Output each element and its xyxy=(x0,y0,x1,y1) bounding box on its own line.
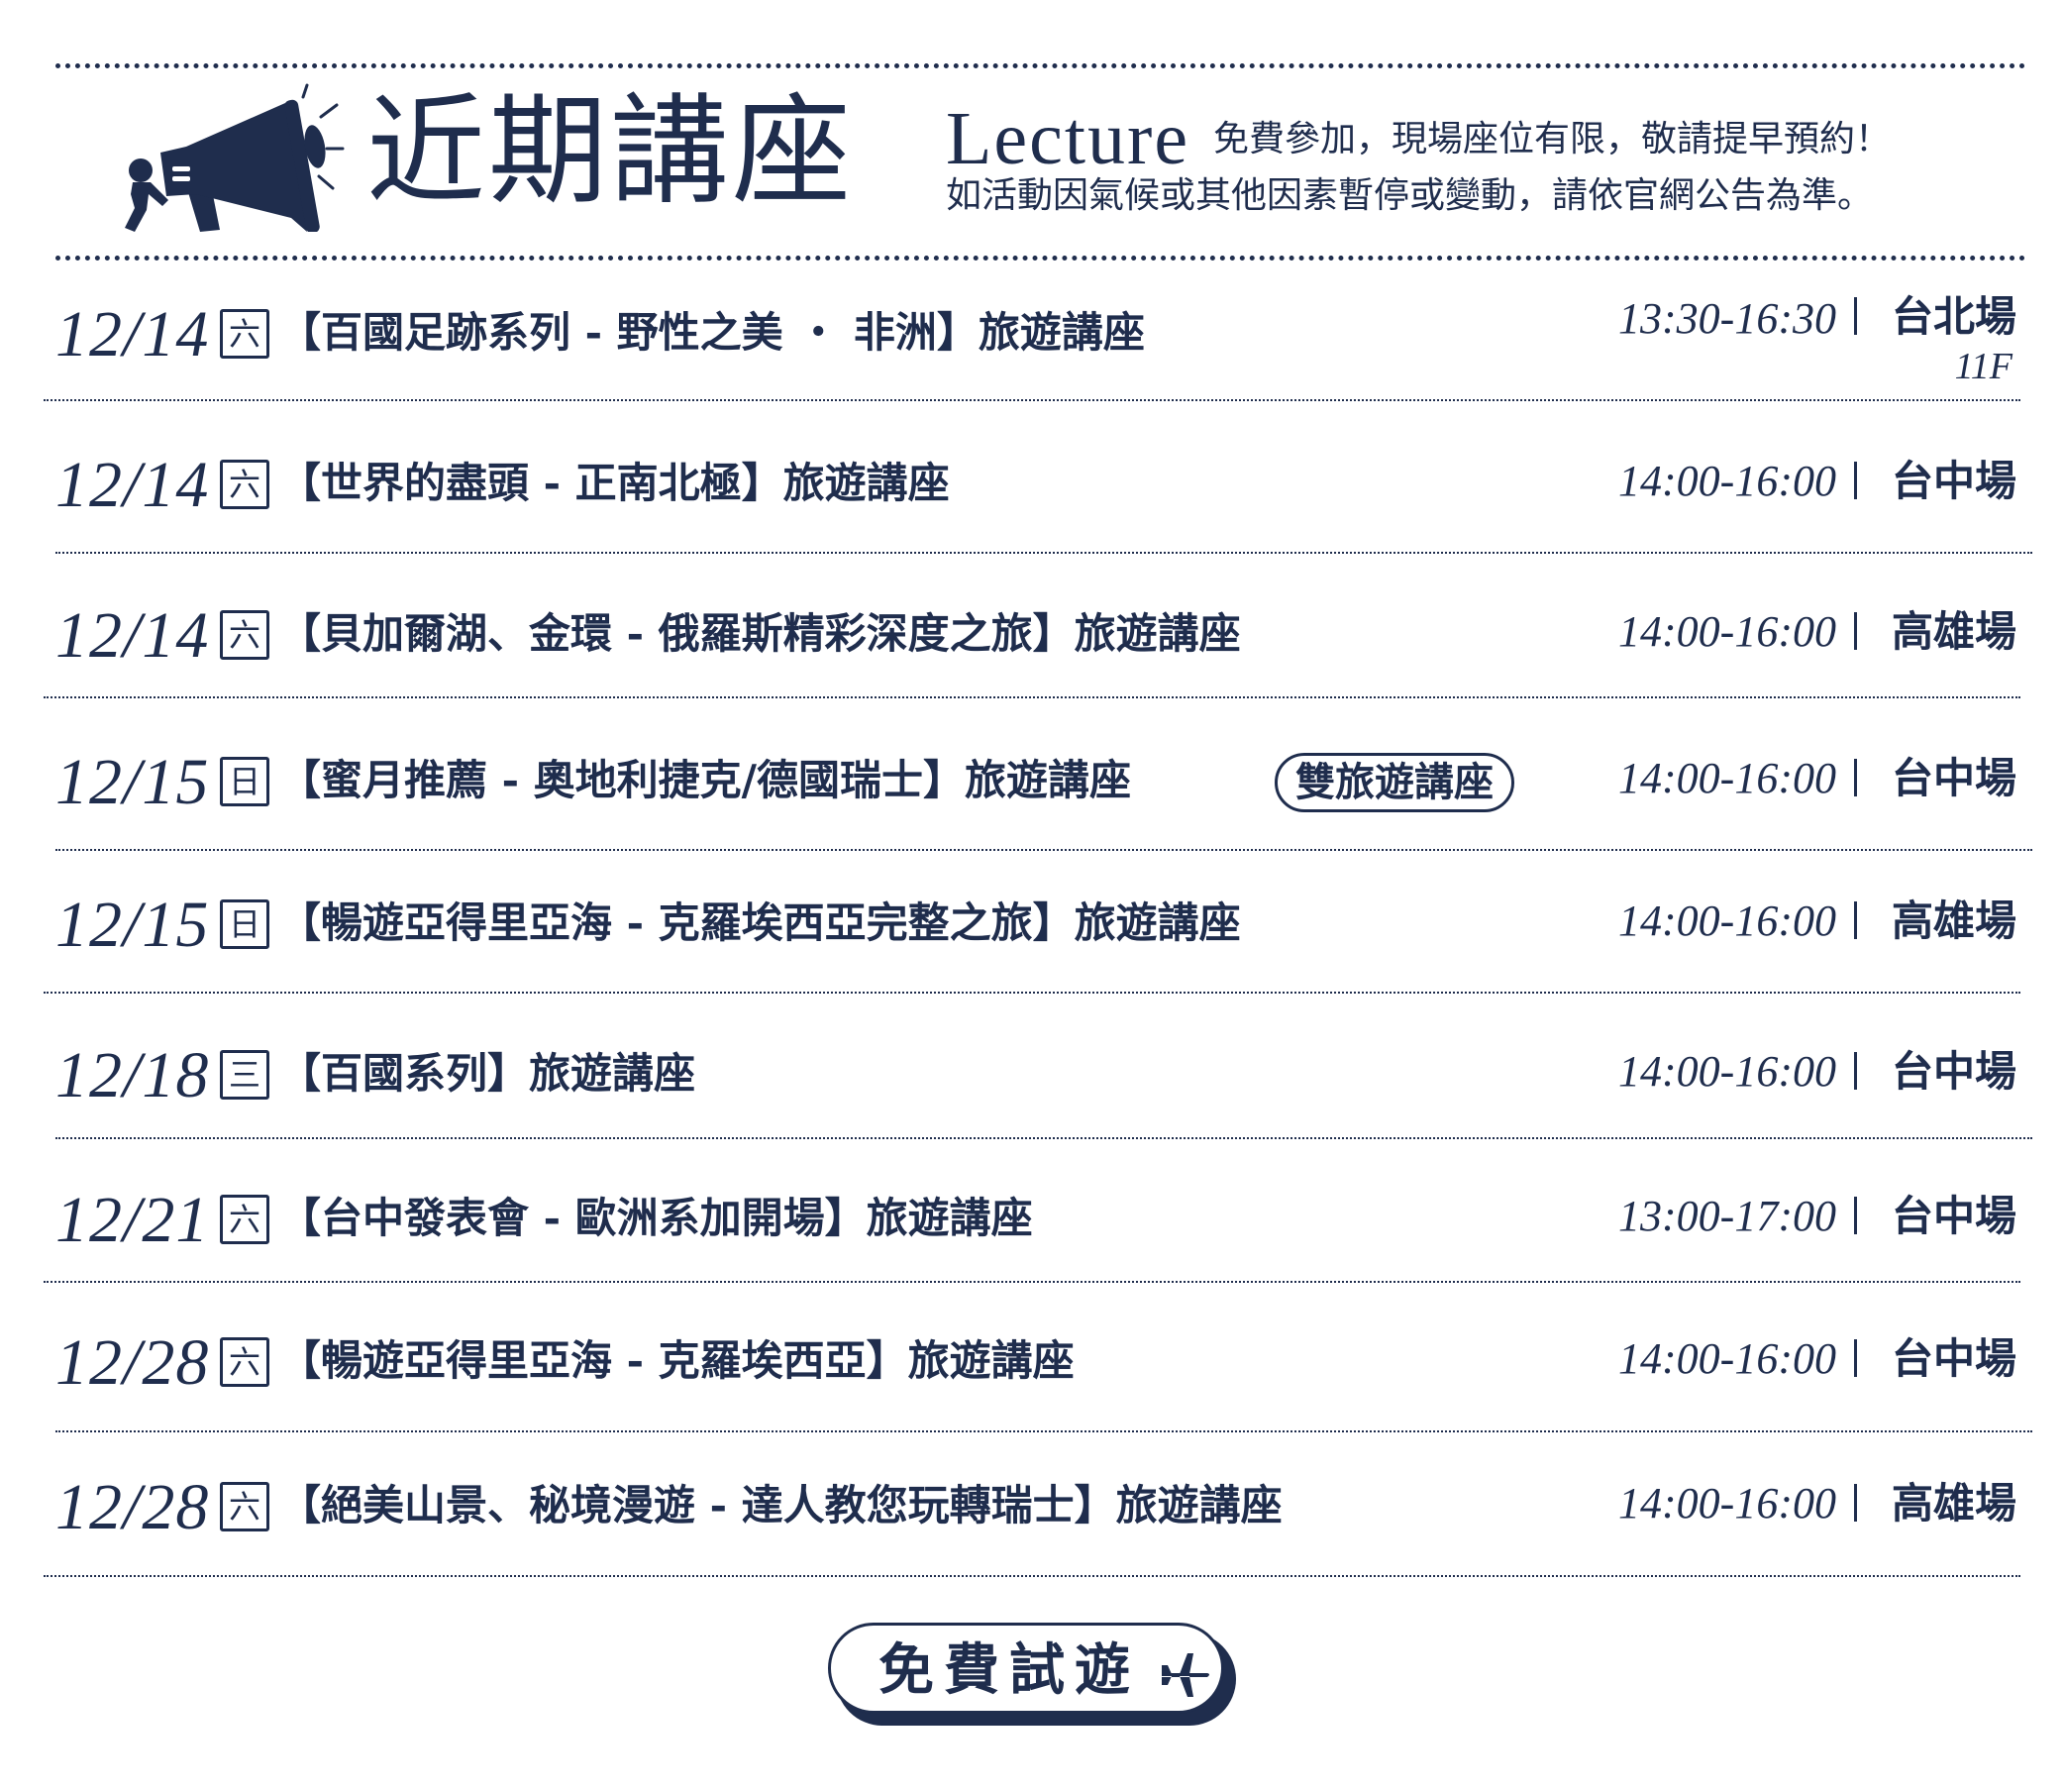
weekday-badge: 六 xyxy=(220,1482,269,1531)
lecture-row[interactable]: 12/15 日【蜜月推薦 - 奧地利捷克/德國瑞士】旅遊講座 雙旅遊講座 14:00-… xyxy=(0,715,2064,864)
weekday-badge: 六 xyxy=(220,309,269,359)
lecture-venue: 台中場 xyxy=(1891,1047,2016,1096)
lecture-label: Lecture xyxy=(946,97,1190,180)
weekday-badge: 六 xyxy=(220,1337,269,1387)
airplane-icon xyxy=(1162,1653,1209,1697)
notice-line-2: 如活動因氣候或其他因素暫停或變動，請依官網公告為準。 xyxy=(946,175,1874,216)
time-venue-separator xyxy=(1854,1197,1857,1234)
notice-line-1: 免費參加，現場座位有限，敬請提早預約！ xyxy=(1213,119,1892,159)
lecture-venue: 台中場 xyxy=(1891,754,2016,802)
double-lecture-badge: 雙旅遊講座 xyxy=(1275,753,1514,812)
lecture-date: 12/21 xyxy=(55,1184,210,1256)
header: 近期講座 Lecture 免費參加，現場座位有限，敬請提早預約！ 如活動因氣候或… xyxy=(0,69,2064,258)
lecture-time: 13:30-16:30 xyxy=(1618,294,1836,343)
time-venue-separator xyxy=(1854,297,1857,335)
time-venue-separator xyxy=(1854,759,1857,796)
row-divider xyxy=(44,1281,2020,1283)
lecture-venue: 台中場 xyxy=(1891,1334,2016,1383)
lecture-title: 【百國系列】旅遊講座 xyxy=(279,1049,696,1098)
free-trial-button-wrap: 免費試遊 xyxy=(828,1623,1244,1732)
lecture-venue: 高雄場 xyxy=(1891,896,2016,945)
lecture-row[interactable]: 12/15 日【暢遊亞得里亞海 - 克羅埃西亞完整之旅】旅遊講座 14:00-16:… xyxy=(0,858,2064,1006)
time-venue-separator xyxy=(1854,901,1857,939)
row-divider xyxy=(55,552,2032,554)
lecture-venue: 高雄場 xyxy=(1891,607,2016,656)
lecture-time: 14:00-16:00 xyxy=(1618,1334,1836,1383)
row-divider xyxy=(55,1430,2032,1432)
lecture-date: 12/14 xyxy=(55,298,210,370)
free-trial-label: 免費試遊 xyxy=(878,1637,1140,1703)
weekday-badge: 日 xyxy=(220,757,269,806)
lecture-venue: 台中場 xyxy=(1891,457,2016,505)
weekday-badge: 日 xyxy=(220,899,269,949)
lecture-row[interactable]: 12/18 三【百國系列】旅遊講座 14:00-16:00 台中場 xyxy=(0,1008,2064,1157)
lecture-title: 【絕美山景、秘境漫遊 - 達人教您玩轉瑞士】旅遊講座 xyxy=(279,1481,1283,1529)
lecture-row[interactable]: 12/21 六【台中發表會 - 歐洲系加開場】旅遊講座 13:00-17:00 台中場 xyxy=(0,1153,2064,1302)
header-divider xyxy=(55,256,2026,261)
weekday-badge: 六 xyxy=(220,460,269,509)
lecture-row[interactable]: 12/14 六【百國足跡系列 - 野性之美 ・ 非洲】旅遊講座 13:30-16:3… xyxy=(0,267,2064,416)
time-venue-separator xyxy=(1854,1052,1857,1090)
lecture-date: 12/28 xyxy=(55,1326,210,1399)
lecture-title: 【暢遊亞得里亞海 - 克羅埃西亞】旅遊講座 xyxy=(279,1336,1075,1385)
lecture-row[interactable]: 12/28 六【暢遊亞得里亞海 - 克羅埃西亞】旅遊講座 14:00-16:00 台中… xyxy=(0,1296,2064,1444)
time-venue-separator xyxy=(1854,1339,1857,1377)
lecture-venue: 高雄場 xyxy=(1891,1479,2016,1528)
row-divider xyxy=(44,992,2020,994)
free-trial-button[interactable]: 免費試遊 xyxy=(828,1623,1224,1714)
lecture-title: 【暢遊亞得里亞海 - 克羅埃西亞完整之旅】旅遊講座 xyxy=(279,898,1241,947)
weekday-badge: 六 xyxy=(220,1195,269,1244)
row-divider xyxy=(44,696,2020,698)
lecture-date: 12/14 xyxy=(55,449,210,521)
lecture-row[interactable]: 12/14 六【世界的盡頭 - 正南北極】旅遊講座 14:00-16:00 台中場 xyxy=(0,418,2064,567)
venue-floor: 11F xyxy=(1954,346,2012,387)
lecture-title: 【蜜月推薦 - 奧地利捷克/德國瑞士】旅遊講座 xyxy=(279,756,1132,804)
lecture-time: 14:00-16:00 xyxy=(1618,457,1836,505)
lecture-venue: 台北場 xyxy=(1891,292,2016,341)
row-divider xyxy=(44,399,2020,401)
row-divider xyxy=(44,1575,2020,1577)
lecture-title: 【百國足跡系列 - 野性之美 ・ 非洲】旅遊講座 xyxy=(279,308,1145,357)
weekday-badge: 三 xyxy=(220,1050,269,1100)
lecture-time: 14:00-16:00 xyxy=(1618,1479,1836,1528)
lecture-title: 【台中發表會 - 歐洲系加開場】旅遊講座 xyxy=(279,1194,1033,1242)
lecture-time: 14:00-16:00 xyxy=(1618,896,1836,945)
lecture-time: 13:00-17:00 xyxy=(1618,1192,1836,1240)
lecture-date: 12/14 xyxy=(55,599,210,672)
time-venue-separator xyxy=(1854,1484,1857,1522)
lecture-row[interactable]: 12/28 六【絕美山景、秘境漫遊 - 達人教您玩轉瑞士】旅遊講座 14:00-16… xyxy=(0,1440,2064,1589)
time-venue-separator xyxy=(1854,462,1857,499)
lecture-venue: 台中場 xyxy=(1891,1192,2016,1240)
row-divider xyxy=(55,849,2032,851)
weekday-badge: 六 xyxy=(220,610,269,660)
lecture-date: 12/18 xyxy=(55,1039,210,1111)
lecture-title: 【世界的盡頭 - 正南北極】旅遊講座 xyxy=(279,459,950,507)
lecture-date: 12/28 xyxy=(55,1471,210,1543)
lecture-date: 12/15 xyxy=(55,746,210,818)
row-divider xyxy=(55,1137,2032,1139)
lecture-date: 12/15 xyxy=(55,889,210,961)
top-divider xyxy=(55,63,2026,68)
lecture-time: 14:00-16:00 xyxy=(1618,607,1836,656)
lecture-title: 【貝加爾湖、金環 - 俄羅斯精彩深度之旅】旅遊講座 xyxy=(279,609,1241,658)
lecture-time: 14:00-16:00 xyxy=(1618,754,1836,802)
lecture-time: 14:00-16:00 xyxy=(1618,1047,1836,1096)
time-venue-separator xyxy=(1854,612,1857,650)
lecture-row[interactable]: 12/14 六【貝加爾湖、金環 - 俄羅斯精彩深度之旅】旅遊講座 14:00-16:… xyxy=(0,569,2064,717)
megaphone-icon xyxy=(125,83,345,232)
page-title: 近期講座 xyxy=(366,83,854,221)
